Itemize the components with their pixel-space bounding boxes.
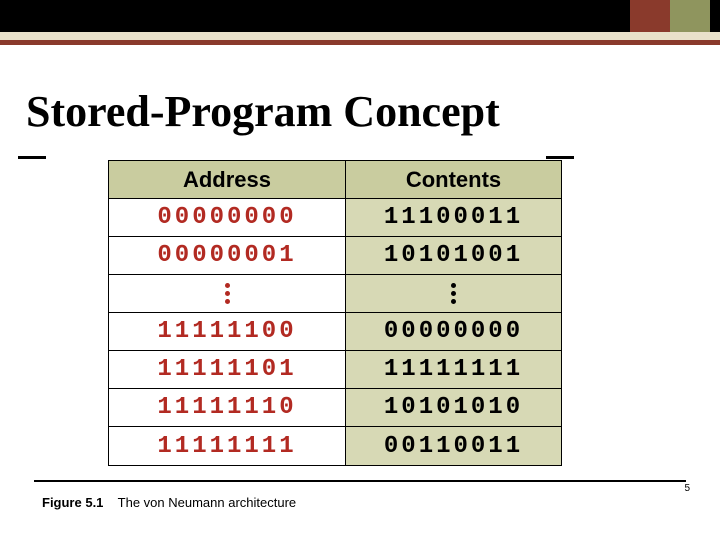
decorative-ribbon — [0, 0, 720, 56]
table-row: 11111100 00000000 — [109, 313, 561, 351]
address-cell: 11111101 — [109, 351, 346, 389]
contents-cell: 11100011 — [346, 199, 561, 237]
contents-cell: 10101010 — [346, 389, 561, 427]
header-contents: Contents — [406, 167, 501, 193]
memory-table: Address Contents 00000000 11100011 00000… — [108, 160, 562, 466]
figure-number: Figure 5.1 — [42, 495, 103, 510]
page-number: 5 — [684, 483, 690, 494]
contents-cell: 11111111 — [346, 351, 561, 389]
address-cell: 11111111 — [109, 427, 346, 465]
title-rule-right — [546, 156, 574, 159]
figure-caption: Figure 5.1 The von Neumann architecture — [42, 495, 296, 510]
address-cell: 11111110 — [109, 389, 346, 427]
contents-ellipsis — [346, 275, 561, 313]
address-cell: 11111100 — [109, 313, 346, 351]
address-cell: 00000000 — [109, 199, 346, 237]
table-row: 00000001 10101001 — [109, 237, 561, 275]
figure-text: The von Neumann architecture — [118, 495, 296, 510]
footer-rule — [34, 480, 686, 482]
address-ellipsis — [109, 275, 346, 313]
table-header-row: Address Contents — [109, 161, 561, 199]
table-row: 11111101 11111111 — [109, 351, 561, 389]
address-cell: 00000001 — [109, 237, 346, 275]
table-row-ellipsis — [109, 275, 561, 313]
header-address: Address — [183, 167, 271, 193]
contents-cell: 10101001 — [346, 237, 561, 275]
title-rule-left — [18, 156, 46, 159]
table-row: 11111110 10101010 — [109, 389, 561, 427]
slide-title: Stored-Program Concept — [26, 86, 500, 137]
contents-cell: 00000000 — [346, 313, 561, 351]
table-row: 00000000 11100011 — [109, 199, 561, 237]
contents-cell: 00110011 — [346, 427, 561, 465]
table-row: 11111111 00110011 — [109, 427, 561, 465]
